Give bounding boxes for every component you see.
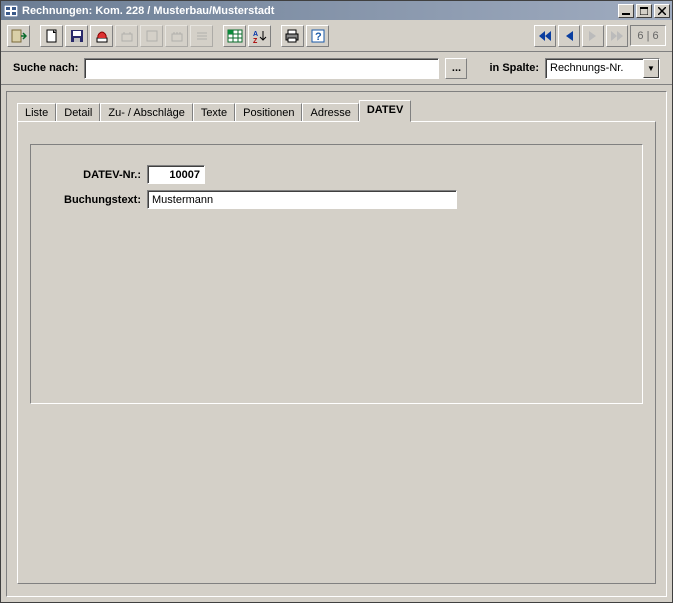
in-spalte-label: in Spalte: [489, 62, 539, 74]
tab-bar: Liste Detail Zu- / Abschläge Texte Posit… [17, 100, 656, 122]
tab-datev[interactable]: DATEV [359, 100, 411, 122]
chevron-down-icon[interactable]: ▼ [643, 59, 659, 78]
print-button[interactable] [281, 25, 304, 47]
tab-panel: DATEV-Nr.: Buchungstext: [17, 121, 656, 584]
nav-next-button[interactable] [582, 25, 604, 47]
minimize-button[interactable] [618, 4, 634, 18]
nav-last-button[interactable] [606, 25, 628, 47]
tab-positionen[interactable]: Positionen [235, 103, 302, 123]
maximize-button[interactable] [636, 4, 652, 18]
search-bar: Suche nach: ... in Spalte: Rechnungs-Nr.… [1, 52, 672, 85]
search-browse-button[interactable]: ... [445, 58, 467, 79]
search-label: Suche nach: [13, 62, 78, 74]
tool-button-d[interactable] [190, 25, 213, 47]
client-area: Liste Detail Zu- / Abschläge Texte Posit… [6, 91, 667, 597]
toolbar: AZ ? 6 | 6 [1, 20, 672, 52]
tab-zuabschlaege[interactable]: Zu- / Abschläge [100, 103, 192, 123]
tool-button-a[interactable] [115, 25, 138, 47]
titlebar: Rechnungen: Kom. 228 / Musterbau/Musters… [1, 1, 672, 20]
column-select[interactable]: Rechnungs-Nr. ▼ [545, 58, 660, 79]
record-counter: 6 | 6 [630, 25, 666, 46]
tab-detail[interactable]: Detail [56, 103, 100, 123]
record-navigator: 6 | 6 [534, 25, 666, 47]
svg-text:Z: Z [253, 38, 258, 43]
datev-nr-field[interactable] [147, 165, 205, 184]
window-title: Rechnungen: Kom. 228 / Musterbau/Musters… [22, 5, 616, 17]
buchungstext-label: Buchungstext: [45, 194, 147, 206]
app-window: Rechnungen: Kom. 228 / Musterbau/Musters… [0, 0, 673, 603]
close-button[interactable] [654, 4, 670, 18]
exit-button[interactable] [7, 25, 30, 47]
tab-adresse[interactable]: Adresse [302, 103, 358, 123]
column-select-value: Rechnungs-Nr. [550, 62, 623, 74]
tab-texte[interactable]: Texte [193, 103, 235, 123]
save-button[interactable] [65, 25, 88, 47]
datev-nr-label: DATEV-Nr.: [45, 169, 147, 181]
buchungstext-field[interactable] [147, 190, 457, 209]
tool-button-b[interactable] [140, 25, 163, 47]
new-button[interactable] [40, 25, 63, 47]
tab-liste[interactable]: Liste [17, 103, 56, 123]
window-buttons [616, 4, 670, 18]
help-button[interactable]: ? [306, 25, 329, 47]
svg-text:A: A [253, 31, 258, 38]
nav-first-button[interactable] [534, 25, 556, 47]
datev-frame: DATEV-Nr.: Buchungstext: [30, 144, 643, 404]
search-input[interactable] [84, 58, 439, 79]
excel-button[interactable] [223, 25, 246, 47]
nav-prev-button[interactable] [558, 25, 580, 47]
sort-button[interactable]: AZ [248, 25, 271, 47]
tool-button-c[interactable] [165, 25, 188, 47]
app-icon [3, 3, 19, 19]
delete-button[interactable] [90, 25, 113, 47]
svg-text:?: ? [315, 31, 322, 43]
